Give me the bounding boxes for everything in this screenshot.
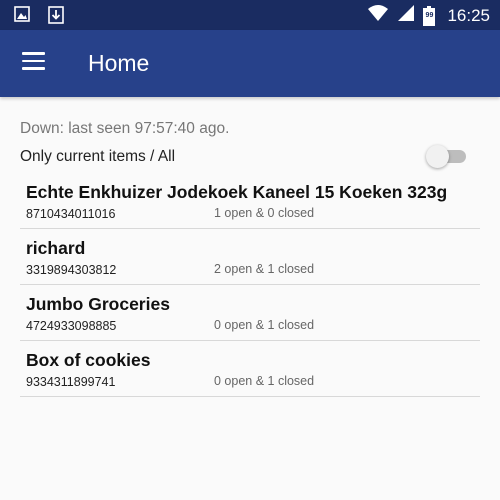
hamburger-icon [22,52,45,55]
item-name: Jumbo Groceries [26,294,170,314]
list-item[interactable]: richard 3319894303812 2 open & 1 closed [20,229,480,285]
item-counts: 0 open & 1 closed [214,318,315,332]
item-code: 8710434011016 [26,207,116,221]
list-item[interactable]: Jumbo Groceries 4724933098885 0 open & 1… [20,285,480,341]
app-bar: Home [0,30,500,97]
connection-status: Down: last seen 97:57:40 ago. [20,120,230,137]
item-name: Box of cookies [26,350,151,370]
image-icon [14,6,30,29]
signal-icon [397,4,415,27]
item-name: Echte Enkhuizer Jodekoek Kaneel 15 Koeke… [26,182,448,202]
menu-button[interactable] [22,52,46,72]
list-item[interactable]: Box of cookies 9334311899741 0 open & 1 … [20,341,480,397]
wifi-icon [367,4,389,27]
status-bar: 99 16:25 [0,0,500,30]
notification-icons [14,6,64,29]
item-counts: 1 open & 0 closed [214,206,315,220]
battery-level: 99 [425,11,434,19]
clock: 16:25 [447,5,490,25]
item-code: 4724933098885 [26,319,117,333]
item-counts: 0 open & 1 closed [214,374,315,388]
page-title: Home [88,50,150,76]
list-item[interactable]: Echte Enkhuizer Jodekoek Kaneel 15 Koeke… [20,173,480,229]
item-name: richard [26,238,86,258]
filter-toggle[interactable] [426,145,470,168]
download-icon [48,6,64,29]
item-code: 3319894303812 [26,263,117,277]
item-counts: 2 open & 1 closed [214,262,315,276]
system-icons: 99 16:25 [367,4,490,27]
item-list: Echte Enkhuizer Jodekoek Kaneel 15 Koeke… [20,173,480,397]
battery-icon: 99 [423,5,436,26]
toggle-thumb [426,145,449,168]
filter-label: Only current items / All [20,148,176,165]
item-code: 9334311899741 [26,375,116,389]
